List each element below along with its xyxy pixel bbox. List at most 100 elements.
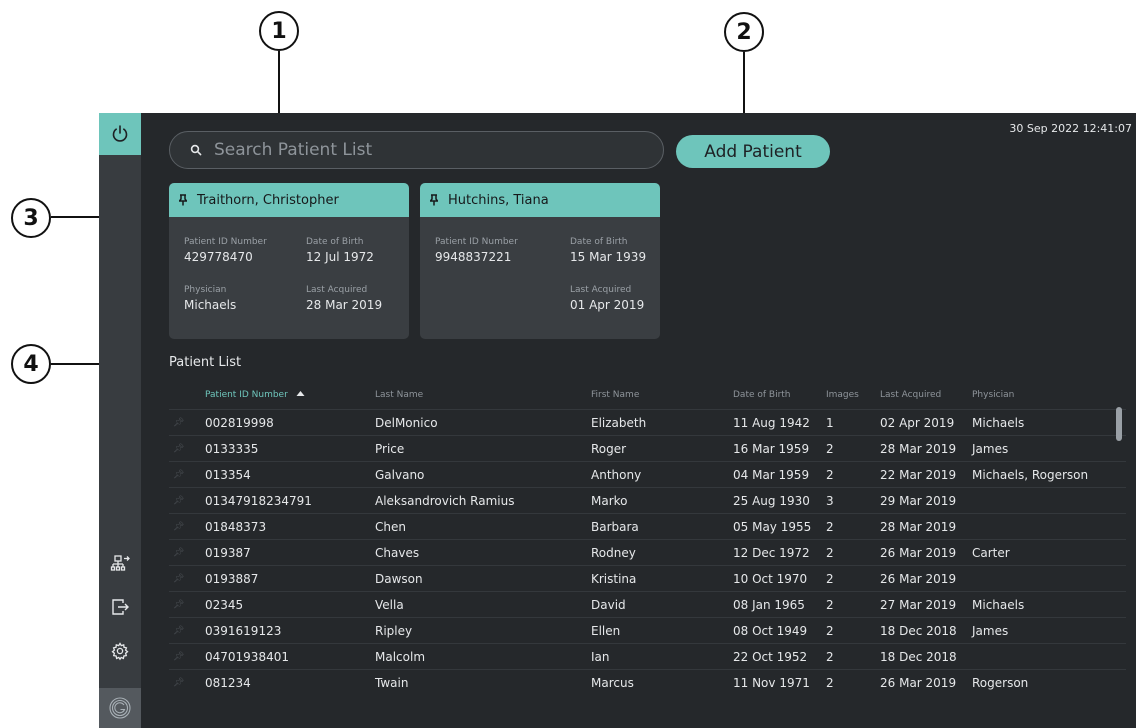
column-header-first-name[interactable]: First Name [591,390,639,400]
sidebar [99,113,141,728]
callout-4-number: 4 [23,351,39,377]
cell-patient-id: 02345 [205,598,244,612]
row-pin-icon[interactable]: 📌︎ [173,444,184,454]
column-header-images[interactable]: Images [826,390,859,400]
pinned-last-acquired-field: Last Acquired 01 Apr 2019 [570,285,644,312]
cell-last-acquired: 27 Mar 2019 [880,598,957,612]
pinned-id-label: Patient ID Number [435,237,518,247]
list-scrollbar[interactable] [1116,407,1122,441]
cell-patient-id: 081234 [205,676,251,690]
table-row[interactable]: 📌︎ 02345 Vella David 08 Jan 1965 2 27 Ma… [169,591,1126,617]
table-row[interactable]: 📌︎ 019387 Chaves Rodney 12 Dec 1972 2 26… [169,539,1126,565]
row-pin-icon[interactable]: 📌︎ [173,652,184,662]
cell-last-acquired: 28 Mar 2019 [880,442,957,456]
network-export-icon [110,555,130,571]
pinned-dob-value: 15 Mar 1939 [570,250,647,264]
cell-images: 2 [826,546,834,560]
cell-first-name: Anthony [591,468,642,482]
cell-first-name: Elizabeth [591,416,647,430]
row-pin-icon[interactable]: 📌︎ [173,470,184,480]
cell-last-acquired: 18 Dec 2018 [880,650,957,664]
app-window: Add Patient 30 Sep 2022 12:41:07 Traitho… [99,113,1136,728]
cell-physician: Rogerson [972,676,1029,690]
table-row[interactable]: 📌︎ 01347918234791 Aleksandrovich Ramius … [169,487,1126,513]
settings-button[interactable] [99,630,141,672]
network-export-button[interactable] [99,543,141,585]
pinned-patient-card[interactable]: Hutchins, Tiana Patient ID Number 994883… [420,183,660,339]
table-row[interactable]: 📌︎ 0391619123 Ripley Ellen 08 Oct 1949 2… [169,617,1126,643]
table-row[interactable]: 📌︎ 081234 Twain Marcus 11 Nov 1971 2 26 … [169,669,1126,695]
pinned-physician-value: Michaels [184,298,237,312]
table-row[interactable]: 📌︎ 01848373 Chen Barbara 05 May 1955 2 2… [169,513,1126,539]
export-button[interactable] [99,586,141,628]
pinned-dob-field: Date of Birth 15 Mar 1939 [570,237,646,264]
cell-date-of-birth: 16 Mar 1959 [733,442,810,456]
row-pin-icon[interactable]: 📌︎ [173,418,184,428]
pinned-last-acquired-value: 01 Apr 2019 [570,298,645,312]
cell-first-name: Barbara [591,520,639,534]
cell-last-name: DelMonico [375,416,438,430]
row-pin-icon[interactable]: 📌︎ [173,522,184,532]
row-pin-icon[interactable]: 📌︎ [173,626,184,636]
cell-patient-id: 013354 [205,468,251,482]
cell-images: 1 [826,416,834,430]
cell-last-acquired: 02 Apr 2019 [880,416,955,430]
table-row[interactable]: 📌︎ 0133335 Price Roger 16 Mar 1959 2 28 … [169,435,1126,461]
row-pin-icon[interactable]: 📌︎ [173,574,184,584]
cell-last-name: Aleksandrovich Ramius [375,494,515,508]
pinned-physician-field: Physician Michaels [184,285,236,312]
cell-images: 2 [826,624,834,638]
cell-last-name: Malcolm [375,650,426,664]
pinned-patient-name: Traithorn, Christopher [197,192,339,208]
row-pin-icon[interactable]: 📌︎ [173,600,184,610]
cell-first-name: David [591,598,626,612]
table-row[interactable]: 📌︎ 0193887 Dawson Kristina 10 Oct 1970 2… [169,565,1126,591]
cell-patient-id: 0193887 [205,572,259,586]
cell-physician: Michaels [972,598,1025,612]
column-header-last-name[interactable]: Last Name [375,390,423,400]
pinned-dob-label: Date of Birth [306,237,364,247]
power-button[interactable] [99,113,141,155]
table-row[interactable]: 📌︎ 04701938401 Malcolm Ian 22 Oct 1952 2… [169,643,1126,669]
table-row[interactable]: 📌︎ 002819998 DelMonico Elizabeth 11 Aug … [169,409,1126,435]
callout-2: 2 [724,12,764,52]
cell-images: 2 [826,598,834,612]
pinned-dob-label: Date of Birth [570,237,628,247]
cell-first-name: Kristina [591,572,637,586]
column-header-last-acquired[interactable]: Last Acquired [880,390,941,400]
cell-date-of-birth: 04 Mar 1959 [733,468,810,482]
cell-last-acquired: 26 Mar 2019 [880,572,957,586]
column-header-label: Patient ID Number [205,390,288,400]
pinned-id-field: Patient ID Number 9948837221 [435,237,518,264]
cell-patient-id: 04701938401 [205,650,289,664]
cell-images: 2 [826,650,834,664]
search-bar[interactable] [169,131,664,169]
column-header-physician[interactable]: Physician [972,390,1014,400]
cell-date-of-birth: 11 Aug 1942 [733,416,810,430]
cell-images: 2 [826,676,834,690]
row-pin-icon[interactable]: 📌︎ [173,496,184,506]
cell-first-name: Ian [591,650,610,664]
add-patient-button[interactable]: Add Patient [676,135,830,168]
column-header-patient-id[interactable]: Patient ID Number [205,390,305,400]
row-pin-icon[interactable]: 📌︎ [173,678,184,688]
cell-last-acquired: 18 Dec 2018 [880,624,957,638]
patient-list-title: Patient List [169,355,242,370]
cell-images: 2 [826,572,834,586]
pinned-id-field: Patient ID Number 429778470 [184,237,267,264]
cell-physician: James [972,624,1009,638]
pinned-patient-card[interactable]: Traithorn, Christopher Patient ID Number… [169,183,409,339]
cell-date-of-birth: 10 Oct 1970 [733,572,808,586]
table-row[interactable]: 📌︎ 013354 Galvano Anthony 04 Mar 1959 2 … [169,461,1126,487]
logo-button[interactable] [99,688,141,728]
cell-patient-id: 019387 [205,546,251,560]
search-icon [190,144,202,156]
search-input[interactable] [212,139,636,161]
cell-last-acquired: 29 Mar 2019 [880,494,957,508]
table-header: Patient ID Number Last Name First Name D… [169,385,1126,409]
row-pin-icon[interactable]: 📌︎ [173,548,184,558]
cell-last-name: Twain [375,676,409,690]
pinned-physician-label: Physician [184,285,227,295]
column-header-date-of-birth[interactable]: Date of Birth [733,390,791,400]
pinned-last-acquired-value: 28 Mar 2019 [306,298,383,312]
